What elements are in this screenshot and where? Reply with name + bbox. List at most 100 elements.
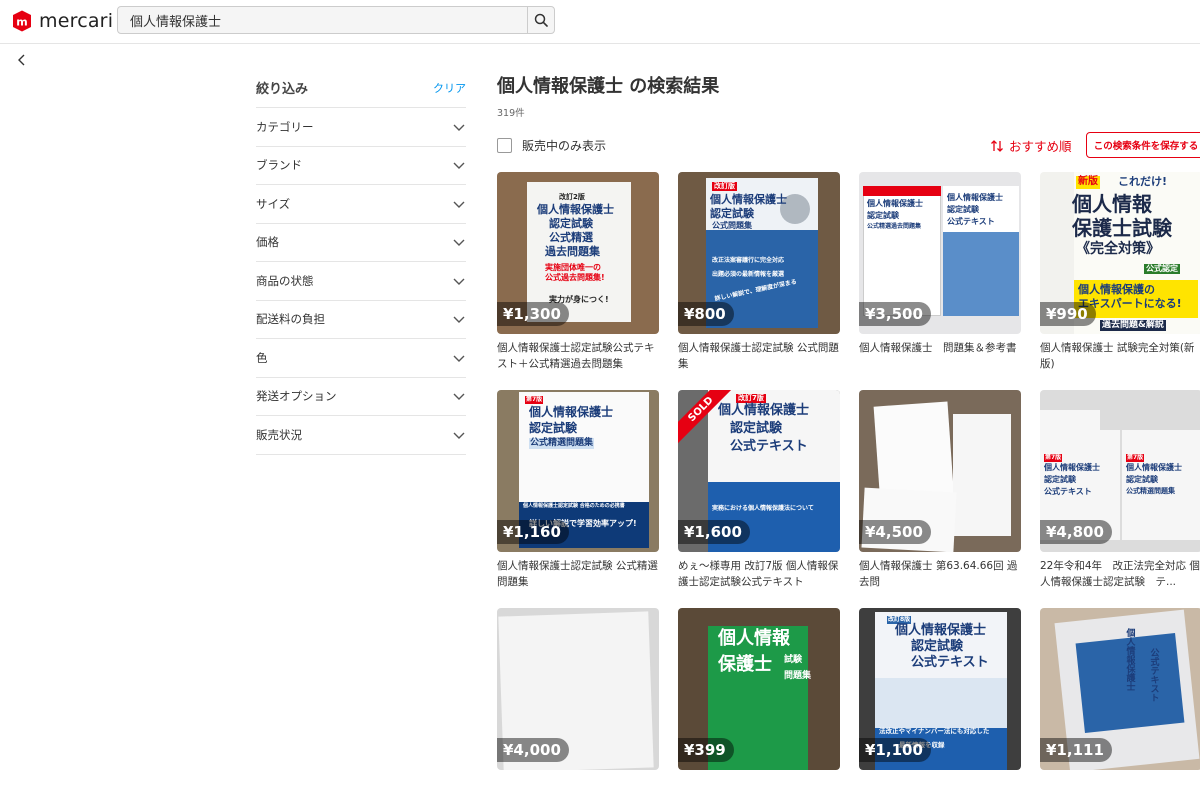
- chevron-down-icon: [453, 432, 465, 439]
- mercari-logo[interactable]: m mercari: [10, 8, 113, 34]
- item-price: ¥800: [678, 302, 734, 326]
- item-card[interactable]: 個人情報保護士 公式テキスト ¥1,111: [1040, 608, 1200, 808]
- results-toolbar: 販売中のみ表示 おすすめ順 この検索条件を保存する: [497, 132, 1200, 160]
- filter-header: 絞り込み クリア: [256, 68, 466, 108]
- top-header: m mercari: [0, 0, 1200, 44]
- filter-label: 販売状況: [256, 427, 302, 442]
- sort-icon: [991, 139, 1003, 152]
- chevron-down-icon: [453, 239, 465, 247]
- item-card[interactable]: 改訂7版 個人情報保護士 認定試験 公式テキスト 実務における個人情報保護法につ…: [678, 390, 840, 590]
- item-name[interactable]: 個人情報保護士認定試験公式テキスト＋公式精選過去問題集: [497, 340, 659, 372]
- search-box: [117, 6, 555, 34]
- item-card[interactable]: 新版 これだけ! 個人情報 保護士試験 《完全対策》 公式認定 個人情報保護の …: [1040, 172, 1200, 372]
- chevron-down-icon: [453, 355, 465, 362]
- item-price: ¥4,000: [497, 738, 569, 762]
- chevron-down-icon: [453, 278, 465, 285]
- item-card[interactable]: 第7版 個人情報保護士 認定試験 公式精選問題集 個人情報保護士認定試験 合格の…: [497, 390, 659, 590]
- results-title: 個人情報保護士 の検索結果: [497, 76, 720, 97]
- item-price: ¥1,300: [497, 302, 569, 326]
- item-thumbnail[interactable]: 第7版 個人情報保護士 認定試験 公式テキスト 第7版 個人情報保護士 認定試験…: [1040, 390, 1200, 552]
- sort-dropdown[interactable]: おすすめ順: [990, 136, 1072, 155]
- filter-row[interactable]: 配送料の負担: [256, 301, 466, 339]
- filter-row[interactable]: 販売状況: [256, 416, 466, 455]
- filter-clear-link[interactable]: クリア: [433, 80, 466, 96]
- filter-label: 配送料の負担: [256, 312, 325, 327]
- search-icon: [534, 13, 548, 27]
- chevron-down-icon: [453, 201, 465, 208]
- sort-label: おすすめ順: [1009, 139, 1072, 154]
- item-price: ¥990: [1040, 302, 1096, 326]
- results-count: 319件: [497, 108, 525, 119]
- item-card[interactable]: ¥4,000: [497, 608, 659, 808]
- filter-label: 価格: [256, 235, 279, 250]
- search-input[interactable]: [118, 7, 528, 33]
- filter-row[interactable]: ブランド: [256, 147, 466, 185]
- svg-text:m: m: [16, 16, 27, 29]
- item-price: ¥1,600: [678, 520, 750, 544]
- filter-label: カテゴリー: [256, 119, 314, 134]
- filter-row[interactable]: 発送オプション: [256, 378, 466, 416]
- mercari-logo-icon: m: [10, 9, 34, 33]
- item-name[interactable]: [678, 776, 840, 808]
- item-thumbnail[interactable]: 個人情報 保護士 試験 問題集 ¥399: [678, 608, 840, 770]
- filter-label: 商品の状態: [256, 273, 314, 288]
- item-thumbnail[interactable]: 改訂7版 個人情報保護士 認定試験 公式テキスト 実務における個人情報保護法につ…: [678, 390, 840, 552]
- item-thumbnail[interactable]: 個人情報保護士 公式テキスト ¥1,111: [1040, 608, 1200, 770]
- filter-label: サイズ: [256, 196, 291, 211]
- item-thumbnail[interactable]: ¥4,000: [497, 608, 659, 770]
- item-thumbnail[interactable]: ¥4,500: [859, 390, 1021, 552]
- item-name[interactable]: めぇ～様専用 改訂7版 個人情報保護士認定試験公式テキスト: [678, 558, 840, 590]
- item-name[interactable]: [1040, 776, 1200, 808]
- chevron-left-icon: [18, 54, 25, 66]
- search-button[interactable]: [527, 7, 554, 33]
- chevron-down-icon: [453, 124, 465, 131]
- on-sale-only-label: 販売中のみ表示: [522, 139, 607, 153]
- search-results: 個人情報保護士 の検索結果 319件 販売中のみ表示 おすすめ順 この検索条件を…: [497, 72, 1200, 770]
- filter-row[interactable]: サイズ: [256, 185, 466, 224]
- item-thumbnail[interactable]: 改訂8版 個人情報保護士 認定試験 公式テキスト 法改正やマイナンバー法にも対応…: [859, 608, 1021, 770]
- item-name[interactable]: 22年令和4年 改正法完全対応 個人情報保護士認定試験 テ...: [1040, 558, 1200, 590]
- item-card[interactable]: 第7版 個人情報保護士 認定試験 公式テキスト 第7版 個人情報保護士 認定試験…: [1040, 390, 1200, 590]
- filter-row[interactable]: カテゴリー: [256, 108, 466, 147]
- item-card[interactable]: 改訂8版 個人情報保護士 認定試験 公式テキスト 法改正やマイナンバー法にも対応…: [859, 608, 1021, 808]
- filter-label: 色: [256, 350, 268, 365]
- item-card[interactable]: 個人情報保護士 認定試験 公式精選過去問題集 個人情報保護士 認定試験 公式テキ…: [859, 172, 1021, 372]
- item-price: ¥4,800: [1040, 520, 1112, 544]
- filter-row[interactable]: 商品の状態: [256, 262, 466, 301]
- chevron-down-icon: [453, 162, 465, 170]
- brand-name: mercari: [39, 10, 114, 32]
- item-name[interactable]: 個人情報保護士認定試験 公式精選問題集: [497, 558, 659, 590]
- back-button[interactable]: [12, 50, 32, 70]
- chevron-down-icon: [453, 316, 465, 324]
- item-thumbnail[interactable]: 個人情報保護士 認定試験 公式精選過去問題集 個人情報保護士 認定試験 公式テキ…: [859, 172, 1021, 334]
- item-card[interactable]: 改訂版 個人情報保護士 認定試験 公式問題集 改正法案審議行に完全対応 出題必須…: [678, 172, 840, 372]
- item-thumbnail[interactable]: 改訂2版 個人情報保護士 認定試験 公式精選 過去問題集 実施団体唯一の 公式過…: [497, 172, 659, 334]
- on-sale-only-toggle[interactable]: 販売中のみ表示: [497, 137, 606, 154]
- item-name[interactable]: 個人情報保護士 第63.64.66回 過去問: [859, 558, 1021, 590]
- filter-row[interactable]: 色: [256, 339, 466, 378]
- item-price: ¥1,160: [497, 520, 569, 544]
- on-sale-only-checkbox[interactable]: [497, 138, 512, 153]
- item-name[interactable]: [859, 776, 1021, 808]
- item-thumbnail[interactable]: 改訂版 個人情報保護士 認定試験 公式問題集 改正法案審議行に完全対応 出題必須…: [678, 172, 840, 334]
- item-thumbnail[interactable]: 新版 これだけ! 個人情報 保護士試験 《完全対策》 公式認定 個人情報保護の …: [1040, 172, 1200, 334]
- item-name[interactable]: 個人情報保護士 問題集＆参考書: [859, 340, 1021, 372]
- filter-row[interactable]: 価格: [256, 224, 466, 262]
- item-price: ¥3,500: [859, 302, 931, 326]
- item-thumbnail[interactable]: 第7版 個人情報保護士 認定試験 公式精選問題集 個人情報保護士認定試験 合格の…: [497, 390, 659, 552]
- item-card[interactable]: 改訂2版 個人情報保護士 認定試験 公式精選 過去問題集 実施団体唯一の 公式過…: [497, 172, 659, 372]
- item-card[interactable]: 個人情報 保護士 試験 問題集 ¥399: [678, 608, 840, 808]
- filter-title: 絞り込み: [256, 82, 309, 97]
- item-price: ¥1,111: [1040, 738, 1112, 762]
- item-name[interactable]: [497, 776, 659, 808]
- item-price: ¥1,100: [859, 738, 931, 762]
- filter-sidebar: 絞り込み クリア カテゴリー ブランド サイズ 価格 商品の状態 配送料の負担 …: [256, 68, 466, 455]
- filter-label: ブランド: [256, 158, 302, 173]
- save-search-button[interactable]: この検索条件を保存する: [1086, 132, 1200, 158]
- item-name[interactable]: 個人情報保護士認定試験 公式問題集: [678, 340, 840, 372]
- item-card[interactable]: ¥4,500 個人情報保護士 第63.64.66回 過去問: [859, 390, 1021, 590]
- item-name[interactable]: 個人情報保護士 試験完全対策(新版): [1040, 340, 1200, 372]
- item-price: ¥4,500: [859, 520, 931, 544]
- item-price: ¥399: [678, 738, 734, 762]
- chevron-down-icon: [453, 393, 465, 401]
